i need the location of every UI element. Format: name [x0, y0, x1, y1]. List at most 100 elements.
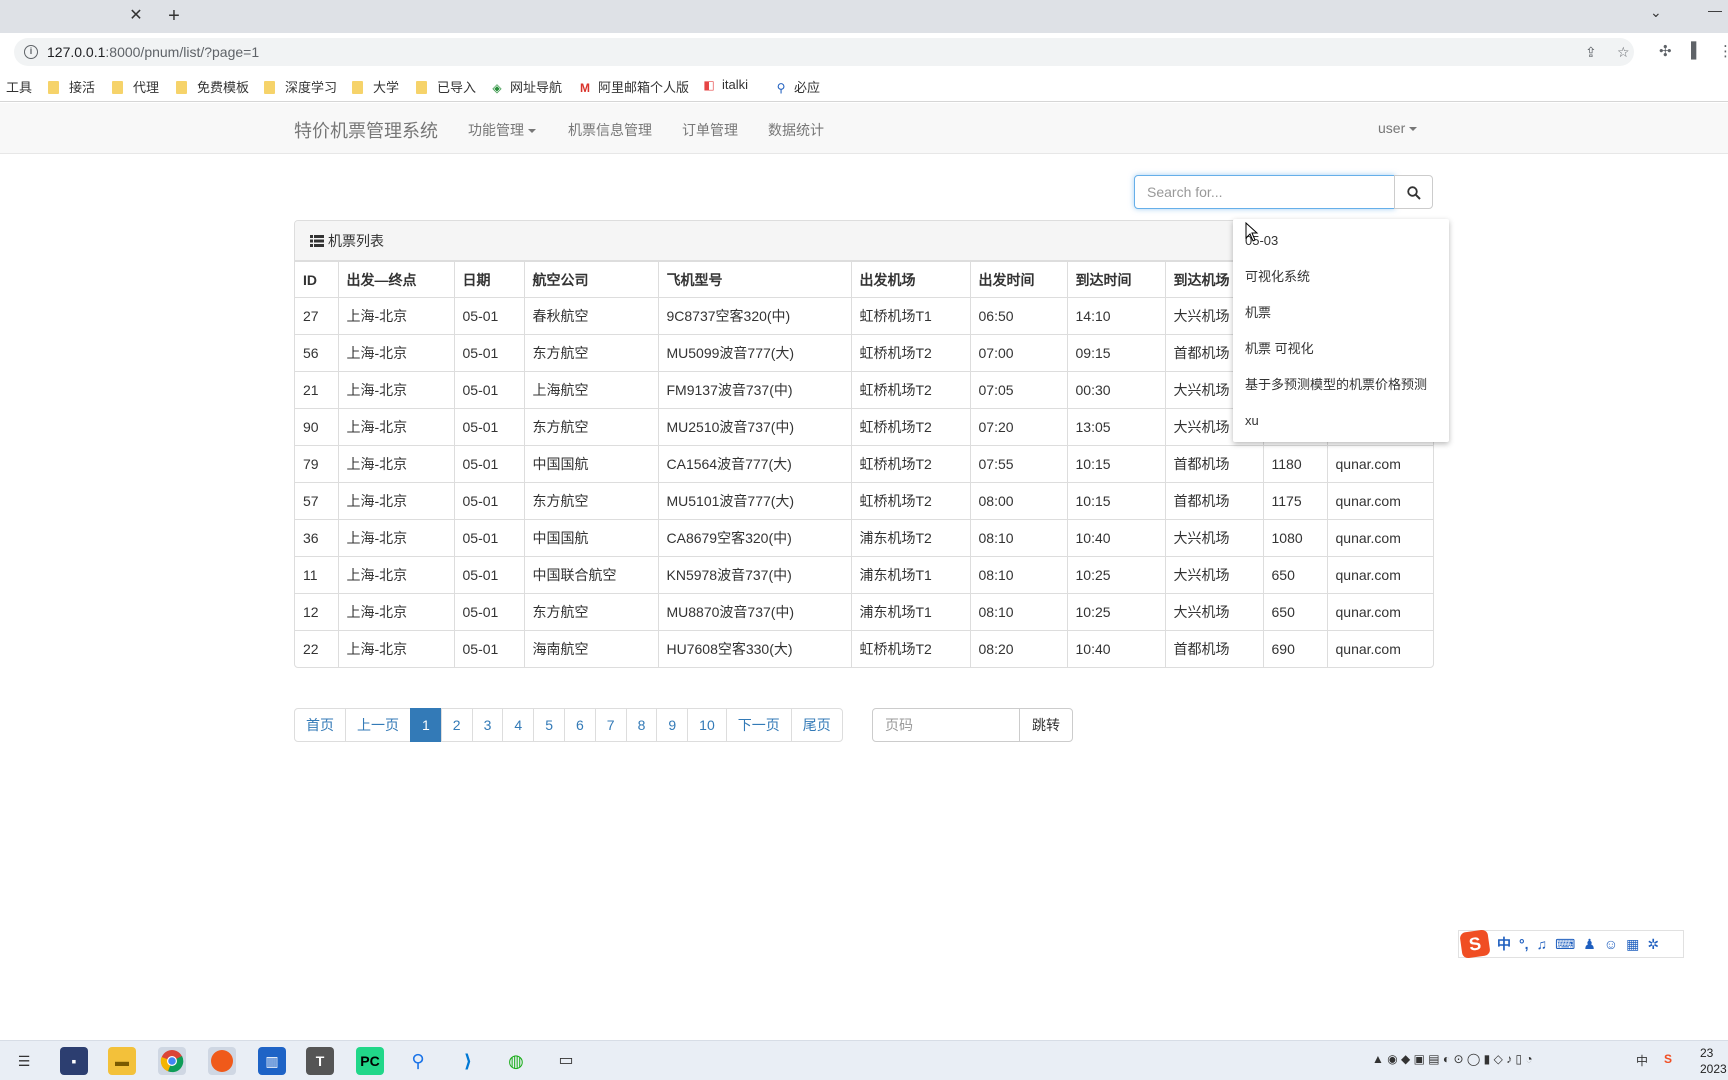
pycharm-icon[interactable]: PC [356, 1047, 384, 1075]
page-link[interactable]: 上一页 [345, 708, 411, 742]
table-cell: 05-01 [453, 630, 525, 667]
nav-orders[interactable]: 订单管理 [682, 120, 738, 140]
bookmark-italki[interactable]: ◧ italki [702, 77, 748, 92]
microphone-icon[interactable]: ♫ [1537, 936, 1548, 952]
punctuation-icon[interactable]: °, [1519, 936, 1529, 952]
address-bar[interactable]: i 127.0.0.1:8000/pnum/list/?page=1 ⇪ ☆ [14, 38, 1634, 66]
bookmark-folder[interactable]: 深度学习 [264, 77, 337, 96]
bookmark-mail[interactable]: M 阿里邮箱个人版 [578, 77, 689, 96]
autocomplete-item[interactable]: 机票 可视化 [1233, 331, 1449, 367]
skin-icon[interactable]: ♟ [1583, 936, 1596, 953]
tab-search-chevron-icon[interactable]: ⌄ [1650, 4, 1662, 21]
caret-down-icon [528, 129, 536, 134]
page-link[interactable]: 5 [533, 708, 565, 742]
search-input[interactable] [1134, 175, 1395, 209]
table-header-cell: 到达时间 [1066, 261, 1166, 298]
share-icon[interactable]: ⇪ [1585, 44, 1597, 61]
nav-ticket-info[interactable]: 机票信息管理 [568, 120, 652, 140]
window-minimize-icon[interactable]: — [1708, 2, 1722, 18]
ime-mode[interactable]: 中 [1497, 934, 1511, 954]
extensions-icon[interactable]: ✣ [1659, 42, 1672, 60]
dashboard-app-icon[interactable]: ▥ [258, 1047, 286, 1075]
autocomplete-item[interactable]: xu [1233, 403, 1449, 439]
bookmark-bing[interactable]: ⚲ 必应 [774, 77, 820, 96]
bookmark-label: 阿里邮箱个人版 [598, 80, 690, 95]
new-tab-icon[interactable]: + [163, 5, 185, 27]
autocomplete-item[interactable]: 基于多预测模型的机票价格预测 [1233, 367, 1449, 403]
windows-taskbar: ☰ ▪ ▬ ▥ T PC ⚲ ⟩ ◍ ▭ ▲ ◉ ◆ ▣ ▤ ◐ ⊙ ◯ ▮ ◇… [0, 1040, 1728, 1080]
page-link[interactable]: 首页 [294, 708, 346, 742]
page-link[interactable]: 9 [656, 708, 689, 742]
bookmark-label: 免费模板 [197, 80, 250, 95]
site-info-icon[interactable]: i [24, 45, 38, 59]
page-link[interactable]: 3 [471, 708, 504, 742]
search-button[interactable] [1394, 175, 1433, 209]
ime-toolbar[interactable]: S 中 °, ♫ ⌨ ♟ ☺ ▦ ✲ [1458, 929, 1684, 959]
nav-statistics[interactable]: 数据统计 [768, 120, 824, 140]
table-row[interactable]: 79 上海-北京 05-01 中国国航 CA1564波音777(大) 虹桥机场T2 07:5… [295, 445, 1433, 483]
typora-icon[interactable]: T [306, 1047, 334, 1075]
page-link[interactable]: 10 [687, 708, 727, 742]
url-text[interactable]: 127.0.0.1:8000/pnum/list/?page=1 [47, 44, 259, 60]
taskbar-clock[interactable]: 23 2023 [1700, 1045, 1727, 1077]
vscode-icon[interactable]: ⟩ [454, 1047, 482, 1075]
table-row[interactable]: 36 上海-北京 05-01 中国国航 CA8679空客320(中) 浦东机场T2 08:1… [295, 519, 1433, 557]
table-cell: 东方航空 [523, 334, 659, 372]
tab-close-icon[interactable]: ✕ [126, 6, 146, 26]
page-link[interactable]: 1 [410, 708, 442, 742]
page-link[interactable]: 尾页 [790, 708, 843, 742]
table-row[interactable]: 22 上海-北京 05-01 海南航空 HU7608空客330(大) 虹桥机场T2 08:2… [295, 630, 1433, 667]
autocomplete-item[interactable]: 05-03 [1233, 223, 1449, 259]
table-row[interactable]: 57 上海-北京 05-01 东方航空 MU5101波音777(大) 虹桥机场T2 08:0… [295, 482, 1433, 520]
search-app-icon[interactable]: ⚲ [404, 1047, 432, 1075]
table-row[interactable]: 12 上海-北京 05-01 东方航空 MU8870波音737(中) 浦东机场T1 08:1… [295, 593, 1433, 631]
bookmark-star-icon[interactable]: ☆ [1617, 44, 1630, 61]
task-view-icon[interactable]: ☰ [10, 1047, 38, 1075]
bookmark-nav[interactable]: ◈ 网址导航 [490, 77, 562, 96]
user-menu[interactable]: user [1378, 120, 1418, 136]
settings-icon[interactable]: ✲ [1647, 936, 1659, 953]
chrome-icon[interactable] [158, 1047, 186, 1075]
page-jump-input[interactable] [872, 708, 1020, 742]
page-jump-button[interactable]: 跳转 [1019, 708, 1073, 742]
page-link[interactable]: 8 [625, 708, 658, 742]
search-logo-icon: ⚲ [776, 81, 786, 95]
file-explorer-icon[interactable]: ▬ [108, 1047, 136, 1075]
table-cell: 05-01 [453, 445, 525, 483]
bookmark-folder[interactable]: 已导入 [416, 77, 476, 96]
menu-icon[interactable]: ⋮ [1718, 42, 1728, 60]
autocomplete-item[interactable]: 可视化系统 [1233, 259, 1449, 295]
app-blue-icon[interactable]: ▪ [60, 1047, 88, 1075]
robot-icon[interactable]: ☺ [1604, 936, 1618, 952]
table-row[interactable]: 11 上海-北京 05-01 中国联合航空 KN5978波音737(中) 浦东机场T1 08… [295, 556, 1433, 594]
page-link[interactable]: 4 [502, 708, 535, 742]
keyboard-icon[interactable]: ⌨ [1555, 936, 1575, 953]
table-cell: FM9137波音737(中) [657, 371, 852, 409]
bookmark-folder[interactable]: 接活 [48, 77, 95, 96]
table-cell: 浦东机场T1 [850, 556, 971, 594]
page-link[interactable]: 2 [440, 708, 473, 742]
camera-app-icon[interactable]: ▭ [552, 1047, 580, 1075]
toolbox-icon[interactable]: ▦ [1626, 936, 1639, 953]
tray-ime-icon[interactable]: S [1664, 1052, 1672, 1066]
side-panel-icon[interactable]: ▌ [1691, 42, 1702, 59]
wechat-icon[interactable]: ◍ [502, 1047, 530, 1075]
nav-label: 功能管理 [468, 122, 524, 138]
bookmark-folder[interactable]: 代理 [112, 77, 159, 96]
tray-language[interactable]: 中 [1636, 1052, 1648, 1069]
bookmark-tools[interactable]: 工具 [6, 77, 32, 96]
tray-icons[interactable]: ▲ ◉ ◆ ▣ ▤ ◐ ⊙ ◯ ▮ ◇ ♪ ▯ ◔ [1372, 1052, 1533, 1066]
folder-icon [176, 81, 187, 94]
page-link[interactable]: 6 [563, 708, 596, 742]
bookmarks-bar: 工具 接活 代理 免费模板 深度学习 大学 已导入 ◈ 网址导航 M 阿里邮箱个人版… [0, 70, 1728, 102]
nav-function-management[interactable]: 功能管理 [468, 120, 536, 140]
table-cell: 10:40 [1066, 519, 1166, 557]
page-link[interactable]: 下一页 [725, 708, 792, 742]
page-link[interactable]: 7 [594, 708, 627, 742]
brand-title[interactable]: 特价机票管理系统 [294, 117, 438, 143]
tomato-app-icon[interactable] [208, 1047, 236, 1075]
bookmark-folder[interactable]: 大学 [352, 77, 399, 96]
bookmark-folder[interactable]: 免费模板 [176, 77, 249, 96]
sogou-logo-icon[interactable]: S [1459, 929, 1491, 959]
autocomplete-item[interactable]: 机票 [1233, 295, 1449, 331]
